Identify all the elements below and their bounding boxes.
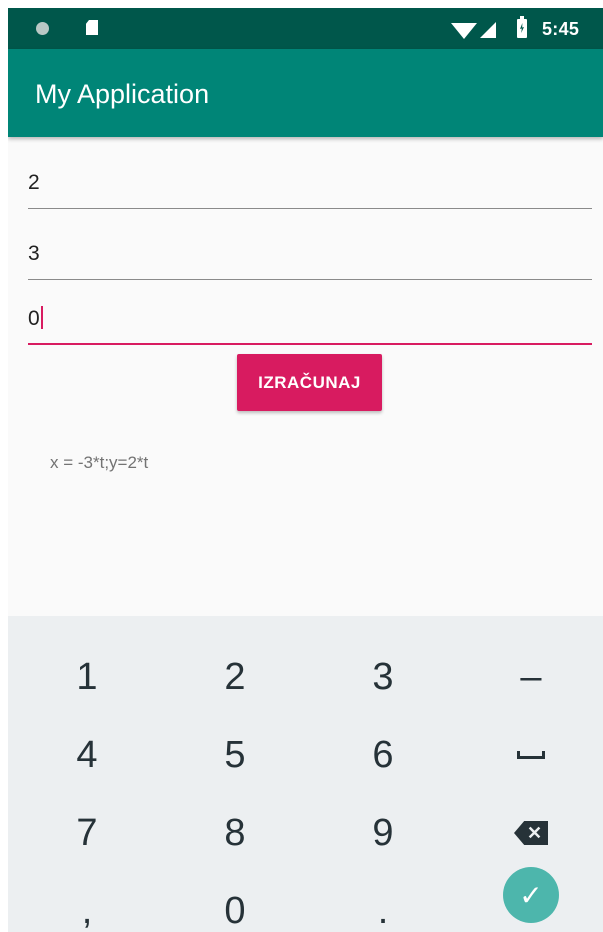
app-title: My Application: [35, 79, 210, 109]
key-done[interactable]: ✓: [457, 856, 603, 932]
status-time: 5:45: [542, 19, 580, 39]
cell-signal-icon: [480, 22, 496, 38]
input-field-2-underline: [28, 279, 592, 280]
text-cursor: [40, 306, 43, 329]
sd-card-icon: [86, 20, 98, 35]
input-field-3-underline: [28, 343, 592, 345]
key-7[interactable]: 7: [13, 794, 161, 872]
key-space[interactable]: [457, 716, 603, 794]
input-field-1-underline: [28, 208, 592, 209]
input-field-3[interactable]: 0: [28, 295, 592, 345]
calculate-button[interactable]: IZRAČUNAJ: [237, 354, 382, 411]
input-field-2-value: 3: [28, 242, 40, 265]
key-0[interactable]: 0: [161, 872, 309, 932]
input-field-3-value: 0: [28, 306, 43, 331]
key-3[interactable]: 3: [309, 638, 457, 716]
input-field-2[interactable]: 3: [28, 230, 592, 280]
input-field-3-text: 0: [28, 307, 40, 330]
key-period[interactable]: .: [309, 872, 457, 932]
key-2[interactable]: 2: [161, 638, 309, 716]
result-text: x = -3*t;y=2*t: [50, 453, 149, 472]
input-field-1-value: 2: [28, 171, 40, 194]
backspace-icon: ✕: [514, 821, 548, 845]
key-5[interactable]: 5: [161, 716, 309, 794]
input-field-1[interactable]: 2: [28, 159, 592, 209]
space-icon: [517, 751, 545, 759]
app-bar: My Application: [8, 49, 603, 137]
status-bar: 5:45: [8, 8, 603, 49]
key-6[interactable]: 6: [309, 716, 457, 794]
key-comma[interactable]: ,: [13, 872, 161, 932]
app-screen: 5:45 My Application 2 3 0 IZRAČUNAJ x = …: [8, 8, 603, 932]
battery-charging-icon: [517, 16, 527, 38]
numeric-keyboard: 1 2 3 – 4 5 6 7 8 9 ✕ , 0 . ✓: [8, 616, 603, 932]
key-9[interactable]: 9: [309, 794, 457, 872]
key-1[interactable]: 1: [13, 638, 161, 716]
checkmark-icon: ✓: [503, 867, 559, 923]
key-4[interactable]: 4: [13, 716, 161, 794]
notification-dot-icon: [36, 22, 49, 35]
key-8[interactable]: 8: [161, 794, 309, 872]
key-minus[interactable]: –: [457, 638, 603, 716]
wifi-icon: [451, 23, 477, 39]
